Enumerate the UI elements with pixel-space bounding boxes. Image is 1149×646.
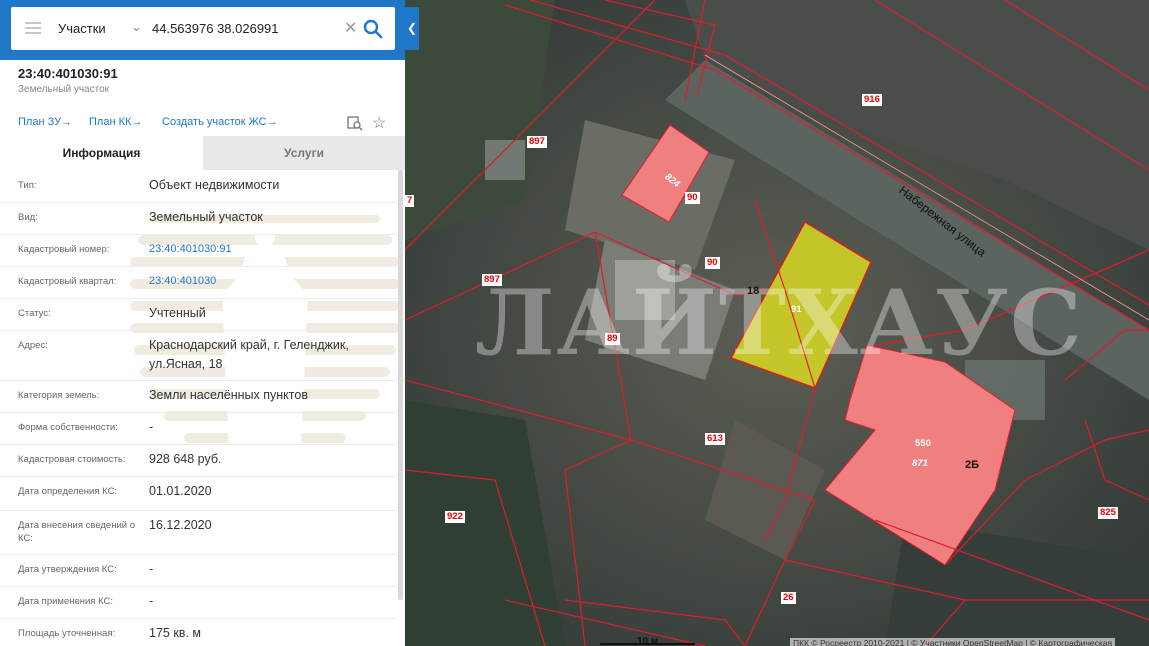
house-number: 18 xyxy=(747,285,760,297)
info-row: Вид: Земельный участок xyxy=(0,202,397,235)
info-row: Кадастровый квартал: 23:40:401030 xyxy=(0,266,397,299)
parcel-label[interactable]: 89 xyxy=(605,333,620,345)
map-view[interactable]: ЛАЙТХАУС 916 897 897 824 90 90 91 89 613… xyxy=(405,0,1149,646)
info-row-label: Дата утверждения КС: xyxy=(18,564,117,575)
info-panel: Участки ⌄ ✕ 23:40:401030:91 Земельный уч… xyxy=(0,0,405,646)
plan-zu-link[interactable]: План ЗУ→ xyxy=(18,116,72,128)
info-row-label: Тип: xyxy=(18,180,37,191)
parcel-label[interactable]: 825 xyxy=(1098,507,1118,519)
info-row-label: Адрес: xyxy=(18,340,48,351)
parcel-label[interactable]: 90 xyxy=(705,257,720,269)
info-row-value: 175 кв. м xyxy=(149,626,201,640)
arrow-right-icon: → xyxy=(131,116,143,128)
info-row: Статус: Учтенный xyxy=(0,298,397,331)
info-row: Дата внесения сведений о КС: 16.12.2020 xyxy=(0,510,397,555)
parcel-label[interactable]: 916 xyxy=(862,94,882,106)
info-row-value: Учтенный xyxy=(149,306,206,320)
scrollbar[interactable] xyxy=(398,170,403,600)
collapse-panel-button[interactable]: ❮ xyxy=(405,7,419,50)
info-row-label: Дата применения КС: xyxy=(18,596,114,607)
info-row-value: Земельный участок xyxy=(149,210,263,224)
menu-icon[interactable] xyxy=(25,22,41,34)
info-row: Форма собственности: - xyxy=(0,412,397,445)
parcel-subtitle: Земельный участок xyxy=(18,84,110,95)
parcel-label[interactable]: 26 xyxy=(781,592,796,604)
arrow-right-icon: → xyxy=(61,116,73,128)
chevron-down-icon[interactable]: ⌄ xyxy=(131,19,142,35)
parcel-label[interactable]: 871 xyxy=(910,458,930,470)
info-row-value: - xyxy=(149,594,154,608)
info-row: Кадастровая стоимость: 928 648 руб. xyxy=(0,444,397,477)
arrow-right-icon: → xyxy=(266,116,278,128)
info-row-value: 01.01.2020 xyxy=(149,484,212,498)
info-row-label: Вид: xyxy=(18,212,38,223)
search-bar: Участки ⌄ ✕ xyxy=(0,0,405,60)
parcel-label[interactable]: 922 xyxy=(445,511,465,523)
search-type-select[interactable]: Участки xyxy=(58,21,106,36)
info-row-value: Земли населённых пунктов xyxy=(149,388,308,402)
tab-bar: Информация Услуги xyxy=(0,136,405,170)
plan-kk-link[interactable]: План КК→ xyxy=(89,116,142,128)
close-icon[interactable]: ✕ xyxy=(344,18,357,38)
info-row: Площадь уточненная: 175 кв. м xyxy=(0,618,397,646)
info-row-label: Кадастровый номер: xyxy=(18,244,110,255)
create-zs-link[interactable]: Создать участок ЖС→ xyxy=(162,116,278,128)
info-row-value: 16.12.2020 xyxy=(149,518,212,532)
info-row-value: - xyxy=(149,562,154,576)
parcel-label[interactable]: 550 xyxy=(913,438,933,450)
info-row-link[interactable]: 23:40:401030:91 xyxy=(149,240,389,259)
tab-information[interactable]: Информация xyxy=(0,136,203,170)
info-row: Дата утверждения КС: - xyxy=(0,554,397,587)
search-icon[interactable] xyxy=(362,18,384,40)
star-icon[interactable]: ☆ xyxy=(372,113,386,133)
info-row-value: Краснодарский край, г. Геленджик, ул.Ясн… xyxy=(149,338,349,371)
info-row-label: Статус: xyxy=(18,308,51,319)
parcel-label[interactable]: 897 xyxy=(482,274,502,286)
parcel-label[interactable]: 897 xyxy=(527,136,547,148)
scale-label: 10 м xyxy=(637,636,659,646)
info-row: Категория земель: Земли населённых пункто… xyxy=(0,380,397,413)
info-row: Дата применения КС: - xyxy=(0,586,397,619)
map-watermark: ЛАЙТХАУС xyxy=(475,270,1084,376)
info-row-value: 928 648 руб. xyxy=(149,452,222,466)
info-row: Дата определения КС: 01.01.2020 xyxy=(0,476,397,511)
info-row-label: Кадастровая стоимость: xyxy=(18,454,126,465)
info-row: Кадастровый номер: 23:40:401030:91 xyxy=(0,234,397,267)
parcel-label[interactable]: 7 xyxy=(405,195,415,207)
info-row-label: Кадастровый квартал: xyxy=(18,276,117,287)
parcel-label[interactable]: 613 xyxy=(705,433,725,445)
info-row-label: Дата определения КС: xyxy=(18,486,118,497)
info-row-link[interactable]: 23:40:401030 xyxy=(149,272,389,291)
info-row: Тип: Объект недвижимости xyxy=(0,170,397,203)
info-row-label: Категория земель: xyxy=(18,390,100,401)
parcel-label[interactable]: 91 xyxy=(789,304,804,316)
info-row-value: Объект недвижимости xyxy=(149,178,280,192)
parcel-label[interactable]: 90 xyxy=(685,192,700,204)
map-attribution: ПКК © Росреестр 2010-2021 | © Участники … xyxy=(790,638,1116,646)
search-input[interactable] xyxy=(152,18,332,38)
search-box: Участки ⌄ ✕ xyxy=(11,7,395,50)
parcel-title: 23:40:401030:91 xyxy=(18,66,118,81)
tab-services[interactable]: Услуги xyxy=(203,136,405,170)
info-row-value: - xyxy=(149,420,154,434)
chevron-left-icon: ❮ xyxy=(406,21,418,35)
info-row-label: Дата внесения сведений о КС: xyxy=(18,520,135,544)
info-row-label: Площадь уточненная: xyxy=(18,628,116,639)
map-search-icon[interactable] xyxy=(347,115,363,131)
info-row: Адрес: Краснодарский край, г. Геленджик, … xyxy=(0,330,397,381)
info-row-label: Форма собственности: xyxy=(18,422,118,433)
info-list: Тип: Объект недвижимости Вид: Земельный уча… xyxy=(0,170,405,646)
house-number: 2Б xyxy=(965,459,980,471)
